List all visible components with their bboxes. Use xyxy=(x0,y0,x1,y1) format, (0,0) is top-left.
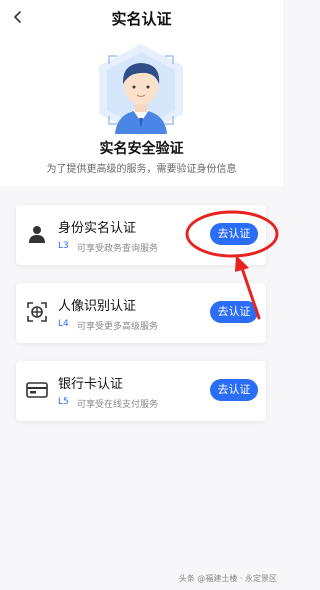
card-title: 身份实名认证 xyxy=(58,221,137,236)
card-level: L5 xyxy=(58,397,69,407)
nav-bar: 实名认证 xyxy=(0,0,283,36)
hero-subtitle: 为了提供更高级的服务，需要验证身份信息 xyxy=(46,164,237,175)
verify-button[interactable]: 去认证 xyxy=(210,223,258,245)
card-title: 人像识别认证 xyxy=(58,299,137,314)
hero-section: 实名安全验证 为了提供更高级的服务，需要验证身份信息 xyxy=(0,36,283,186)
card-desc: 可享受政务查询服务 xyxy=(77,244,159,254)
card-desc: 可享受更多高级服务 xyxy=(77,322,159,332)
user-avatar-icon xyxy=(95,42,187,138)
face-scan-icon xyxy=(26,301,48,323)
bank-card-icon xyxy=(26,379,48,401)
verify-button[interactable]: 去认证 xyxy=(210,301,258,323)
verify-button[interactable]: 去认证 xyxy=(210,379,258,401)
hero-title: 实名安全验证 xyxy=(99,141,184,157)
card-level: L3 xyxy=(58,241,69,251)
card-level: L4 xyxy=(58,319,69,329)
card-bank-card[interactable]: 银行卡认证 L5 可享受在线支付服务 去认证 xyxy=(16,361,266,421)
card-title: 银行卡认证 xyxy=(58,377,124,392)
person-icon xyxy=(26,223,48,245)
card-id-verification[interactable]: 身份实名认证 L3 可享受政务查询服务 去认证 xyxy=(16,205,266,265)
card-desc: 可享受在线支付服务 xyxy=(77,400,159,410)
watermark: 头条 @福建土楼 · 永定景区 xyxy=(178,574,277,583)
card-face-recognition[interactable]: 人像识别认证 L4 可享受更多高级服务 去认证 xyxy=(16,283,266,343)
page-title: 实名认证 xyxy=(111,10,172,28)
